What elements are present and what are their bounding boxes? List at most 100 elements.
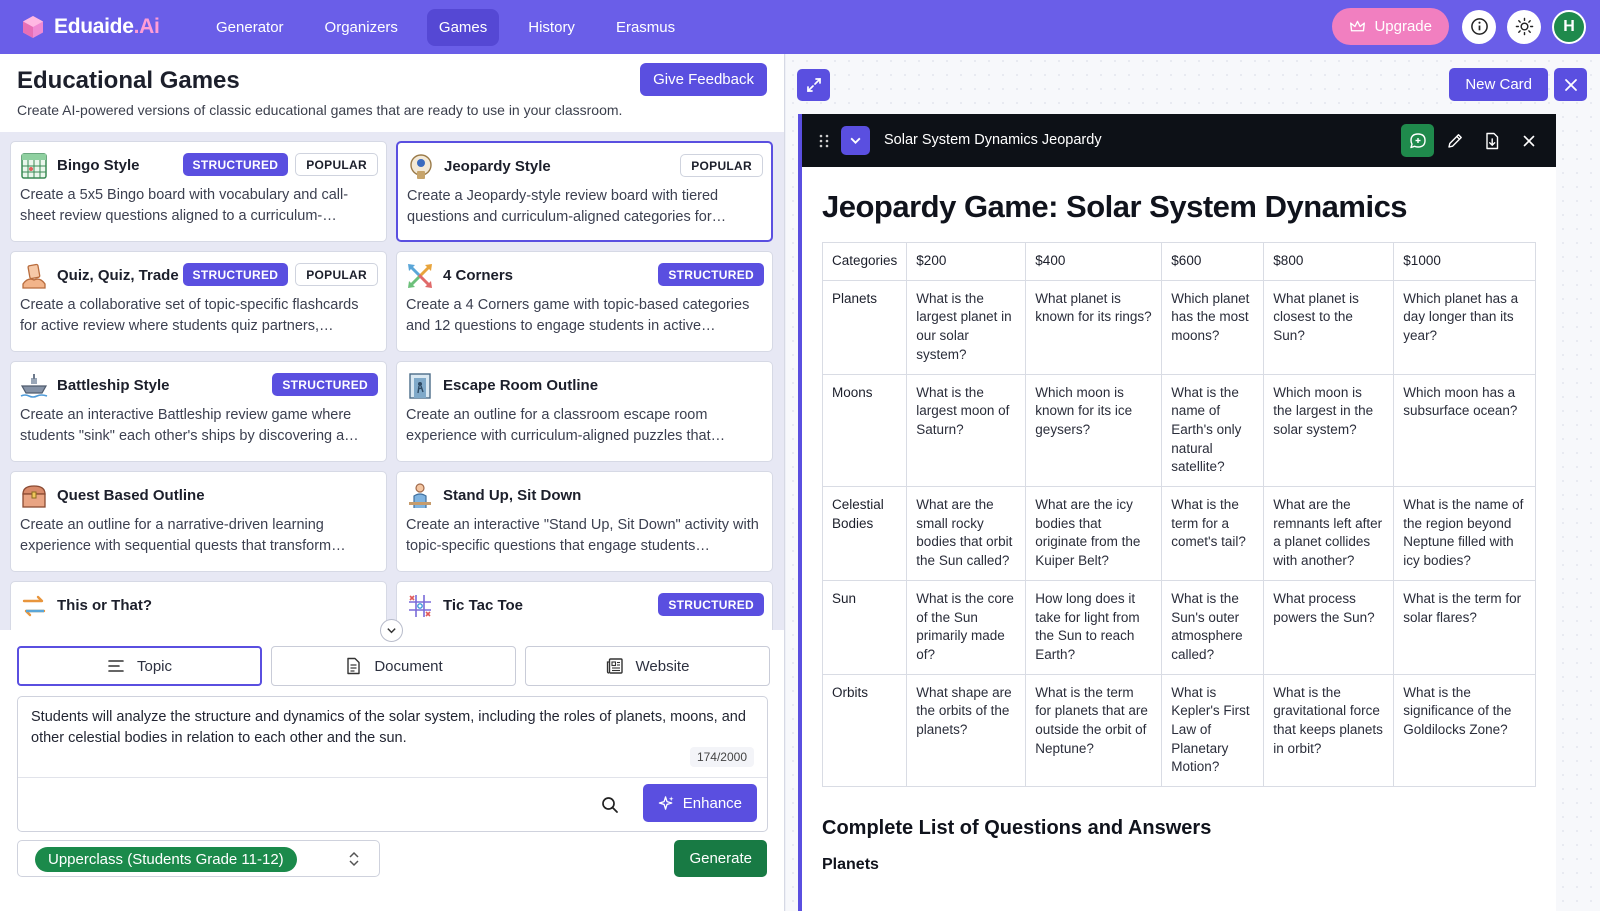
category-cell: Planets <box>821 279 908 375</box>
game-description: Create a 5x5 Bingo board with vocabulary… <box>20 187 349 224</box>
tab-document[interactable]: Document <box>271 646 516 686</box>
games-grid[interactable]: Bingo Style STRUCTURED POPULAR Create a … <box>0 132 784 630</box>
brand-logo[interactable]: Eduaide.Ai <box>20 14 190 40</box>
upgrade-button[interactable]: Upgrade <box>1332 8 1449 45</box>
game-card-quest-based[interactable]: Quest Based Outline Create an outline fo… <box>10 471 387 572</box>
question-cell: What is the significance of the Goldiloc… <box>1393 673 1536 788</box>
output-card: Solar System Dynamics Jeopardy Jeopardy … <box>798 114 1556 911</box>
crown-icon <box>1350 20 1366 32</box>
tab-topic[interactable]: Topic <box>17 646 262 686</box>
enhance-button[interactable]: Enhance <box>642 784 757 822</box>
game-badges: STRUCTURED <box>651 263 764 286</box>
card-title: Solar System Dynamics Jeopardy <box>884 132 1102 148</box>
jeopardy-podium-icon <box>410 154 432 179</box>
question-cell: What shape are the orbits of the planets… <box>906 673 1027 788</box>
page-subtitle: Create AI-powered versions of classic ed… <box>17 102 623 118</box>
game-card-stand-up-sit-down[interactable]: Stand Up, Sit Down Create an interactive… <box>396 471 773 572</box>
game-title: Stand Up, Sit Down <box>443 487 582 504</box>
chat-plus-icon <box>1409 132 1426 148</box>
table-row: Planets What is the largest planet in ou… <box>821 279 1536 375</box>
game-title: Jeopardy Style <box>444 158 551 175</box>
drag-handle-icon[interactable] <box>819 134 829 148</box>
output-panel: New Card Solar System Dynamics Jeopardy <box>786 54 1600 911</box>
tab-label: Document <box>374 657 443 675</box>
structured-badge: STRUCTURED <box>272 373 378 396</box>
game-description: Create a collaborative set of topic-spec… <box>20 297 359 334</box>
game-card-quiz-quiz-trade[interactable]: Quiz, Quiz, Trade STRUCTURED POPULAR Cre… <box>10 251 387 352</box>
question-cell: What are the small rocky bodies that orb… <box>906 486 1027 581</box>
close-card-button[interactable] <box>1512 124 1545 157</box>
section-heading: Complete List of Questions and Answers <box>822 817 1212 840</box>
top-navigation: Eduaide.Ai Generator Organizers Games Hi… <box>0 0 1600 54</box>
close-icon <box>1523 135 1534 146</box>
edit-button[interactable] <box>1438 124 1471 157</box>
close-panel-button[interactable] <box>1554 68 1587 101</box>
four-arrows-icon <box>408 264 432 288</box>
collapse-card-button[interactable] <box>841 126 870 155</box>
tab-label: Website <box>635 657 690 675</box>
search-icon[interactable] <box>600 795 620 815</box>
info-button[interactable] <box>1462 9 1496 44</box>
game-title: Quiz, Quiz, Trade <box>57 267 179 284</box>
game-title: Battleship Style <box>57 377 170 394</box>
game-card-jeopardy[interactable]: Jeopardy Style POPULAR Create a Jeopardy… <box>396 141 773 242</box>
structured-badge: STRUCTURED <box>182 153 289 176</box>
category-cell: Orbits <box>821 673 908 788</box>
give-feedback-button[interactable]: Give Feedback <box>640 63 767 96</box>
category-cell: Moons <box>821 373 908 488</box>
sun-icon <box>1515 17 1533 36</box>
divider <box>18 777 767 778</box>
table-row: Moons What is the largest moon of Saturn… <box>821 373 1536 488</box>
export-button[interactable] <box>1475 124 1508 157</box>
topic-input-box[interactable]: Students will analyze the structure and … <box>17 696 768 832</box>
game-title: This or That? <box>57 597 152 614</box>
card-content: Jeopardy Game: Solar System Dynamics Cat… <box>821 167 1536 874</box>
battleship-icon <box>20 374 48 398</box>
question-cell: What is the term for a comet's tail? <box>1161 486 1265 581</box>
generate-button[interactable]: Generate <box>674 840 767 877</box>
swap-arrows-icon <box>22 595 46 617</box>
grade-level-select[interactable]: Upperclass (Students Grade 11-12) <box>17 840 380 877</box>
source-tabs: Topic Document Website <box>17 646 779 686</box>
enhance-label: Enhance <box>682 794 742 812</box>
file-download-icon <box>1485 132 1498 149</box>
popular-badge: POPULAR <box>680 154 763 177</box>
game-description: Create an outline for a narrative-driven… <box>20 517 346 554</box>
newspaper-icon <box>606 658 623 674</box>
scroll-down-button[interactable] <box>380 619 403 642</box>
game-card-4-corners[interactable]: 4 Corners STRUCTURED Create a 4 Corners … <box>396 251 773 352</box>
game-card-battleship[interactable]: Battleship Style STRUCTURED Create an in… <box>10 361 387 462</box>
game-card-escape-room[interactable]: Escape Room Outline Create an outline fo… <box>396 361 773 462</box>
tab-website[interactable]: Website <box>525 646 770 686</box>
game-card-tic-tac-toe[interactable]: Tic Tac Toe STRUCTURED <box>396 581 773 630</box>
topic-textarea[interactable]: Students will analyze the structure and … <box>31 707 759 749</box>
tab-label: Topic <box>136 657 173 675</box>
nav-item-erasmus[interactable]: Erasmus <box>604 9 687 46</box>
nav-item-organizers[interactable]: Organizers <box>313 9 410 46</box>
nav-item-games[interactable]: Games <box>426 8 500 46</box>
game-card-bingo[interactable]: Bingo Style STRUCTURED POPULAR Create a … <box>10 141 387 242</box>
game-description: Create a 4 Corners game with topic-based… <box>406 297 750 334</box>
upgrade-label: Upgrade <box>1374 18 1432 35</box>
column-header: $1000 <box>1393 242 1536 281</box>
question-cell: What is the Sun's outer atmosphere calle… <box>1161 579 1265 675</box>
chat-button[interactable] <box>1401 124 1434 157</box>
question-cell: What is the largest moon of Saturn? <box>906 373 1027 488</box>
lines-icon <box>108 660 124 672</box>
table-row: Sun What is the core of the Sun primaril… <box>821 579 1536 675</box>
user-avatar[interactable]: H <box>1552 9 1586 44</box>
expand-button[interactable] <box>797 69 830 101</box>
structured-badge: STRUCTURED <box>658 263 764 286</box>
structured-badge: STRUCTURED <box>182 263 289 286</box>
nav-item-generator[interactable]: Generator <box>204 9 296 46</box>
character-count: 174/2000 <box>689 747 754 767</box>
game-description: Create an interactive Battleship review … <box>20 407 359 444</box>
structured-badge: STRUCTURED <box>658 593 764 616</box>
new-card-button[interactable]: New Card <box>1449 68 1548 101</box>
question-cell: What is the gravitational force that kee… <box>1263 673 1395 788</box>
nav-item-history[interactable]: History <box>516 9 587 46</box>
question-cell: Which planet has the most moons? <box>1161 279 1265 375</box>
question-cell: Which moon has a subsurface ocean? <box>1393 373 1536 488</box>
game-card-this-or-that[interactable]: This or That? <box>10 581 387 630</box>
theme-toggle-button[interactable] <box>1507 9 1541 44</box>
